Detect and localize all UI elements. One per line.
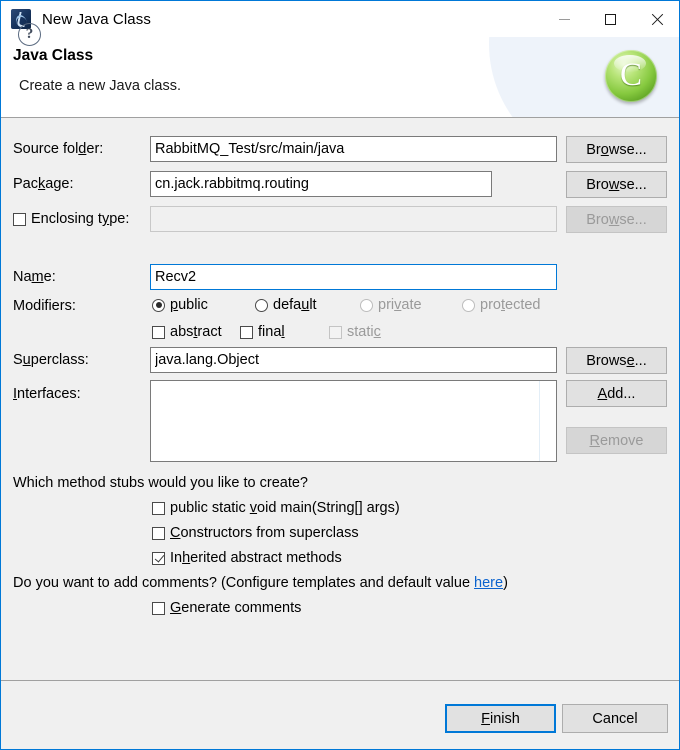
title-bar: New Java Class xyxy=(1,1,679,37)
maximize-icon xyxy=(604,13,616,25)
enclosing-type-label: Enclosing type: xyxy=(31,211,130,227)
superclass-input[interactable] xyxy=(150,347,557,373)
interfaces-remove-button: Remove xyxy=(566,427,667,454)
finish-button[interactable]: Finish xyxy=(445,704,556,733)
dialog-body: Source folder: Browse... Package: Browse… xyxy=(1,118,679,680)
class-name-input[interactable] xyxy=(150,264,557,290)
stub-checkbox-main-method[interactable]: public static void main(String[] args) xyxy=(152,500,400,516)
superclass-label: Superclass: xyxy=(13,352,89,368)
comments-question-text: Do you want to add comments? (Configure … xyxy=(13,575,475,591)
wizard-header: Java Class Create a new Java class. C xyxy=(1,37,679,117)
modifiers-label: Modifiers: xyxy=(13,298,76,314)
source-folder-input[interactable] xyxy=(150,136,557,162)
superclass-browse-button[interactable]: Browse... xyxy=(566,347,667,374)
checkbox-generate-comments-box xyxy=(152,601,165,615)
modifier-radio-public[interactable]: public xyxy=(152,297,208,313)
method-stubs-question: Which method stubs would you like to cre… xyxy=(13,475,308,491)
checkbox-abstract-label: abstract xyxy=(170,324,222,340)
modifier-radio-protected: protected xyxy=(462,297,540,313)
minimize-icon xyxy=(558,18,570,20)
checkbox-main-method-label: public static void main(String[] args) xyxy=(170,500,400,516)
interfaces-list[interactable] xyxy=(150,380,557,462)
interfaces-add-button[interactable]: Add... xyxy=(566,380,667,407)
close-icon xyxy=(650,13,663,26)
enclosing-type-checkbox[interactable]: Enclosing type: xyxy=(13,211,129,227)
radio-private-label: private xyxy=(378,297,422,313)
checkbox-inherited-methods-box xyxy=(152,551,165,565)
stub-checkbox-constructors[interactable]: Constructors from superclass xyxy=(152,525,359,541)
window-title: New Java Class xyxy=(42,10,151,28)
radio-protected-mark xyxy=(462,298,475,312)
generate-comments-checkbox[interactable]: Generate comments xyxy=(152,600,301,616)
package-label: Package: xyxy=(13,176,74,192)
radio-private-mark xyxy=(360,298,373,312)
configure-templates-link[interactable]: here xyxy=(474,575,503,591)
cancel-button[interactable]: Cancel xyxy=(562,704,668,733)
close-button[interactable] xyxy=(633,1,679,37)
checkbox-final-label: final xyxy=(258,324,285,340)
radio-default-label: default xyxy=(273,297,317,313)
enclosing-type-browse-button: Browse... xyxy=(566,206,667,233)
modifier-radio-private: private xyxy=(360,297,422,313)
maximize-button[interactable] xyxy=(587,1,633,37)
enclosing-type-checkbox-box xyxy=(13,212,26,226)
modifier-radio-default[interactable]: default xyxy=(255,297,317,313)
radio-default-mark xyxy=(255,298,268,312)
checkbox-generate-comments-label: Generate comments xyxy=(170,600,302,616)
checkbox-constructors-label: Constructors from superclass xyxy=(170,525,359,541)
checkbox-final-box xyxy=(240,325,253,339)
source-folder-browse-button[interactable]: Browse... xyxy=(566,136,667,163)
interfaces-label: Interfaces: xyxy=(13,386,81,402)
modifier-checkbox-abstract[interactable]: abstract xyxy=(152,324,222,340)
checkbox-static-box xyxy=(329,325,342,339)
comments-question: Do you want to add comments? (Configure … xyxy=(13,575,508,591)
page-title: Java Class xyxy=(13,47,94,64)
name-label: Name: xyxy=(13,269,56,285)
modifier-checkbox-final[interactable]: final xyxy=(240,324,285,340)
checkbox-constructors-box xyxy=(152,526,165,540)
radio-public-label: public xyxy=(170,297,208,313)
checkbox-abstract-box xyxy=(152,325,165,339)
interfaces-list-scrollbar[interactable] xyxy=(539,381,540,461)
window-controls xyxy=(541,1,679,37)
enclosing-type-input xyxy=(150,206,557,232)
badge-glyph: C xyxy=(619,56,642,93)
package-browse-button[interactable]: Browse... xyxy=(566,171,667,198)
minimize-button[interactable] xyxy=(541,1,587,37)
checkbox-static-label: static xyxy=(347,324,381,340)
radio-public-mark xyxy=(152,298,165,312)
page-subtitle: Create a new Java class. xyxy=(19,78,181,94)
checkbox-main-method-box xyxy=(152,501,165,515)
source-folder-label: Source folder: xyxy=(13,141,104,157)
java-class-badge-icon: C xyxy=(605,50,657,102)
radio-protected-label: protected xyxy=(480,297,541,313)
package-input[interactable] xyxy=(150,171,492,197)
help-icon[interactable]: ? xyxy=(18,23,41,46)
new-java-class-dialog: New Java Class Java Class Create a new J… xyxy=(0,0,680,750)
modifier-checkbox-static: static xyxy=(329,324,381,340)
checkbox-inherited-methods-label: Inherited abstract methods xyxy=(170,550,342,566)
stub-checkbox-inherited-methods[interactable]: Inherited abstract methods xyxy=(152,550,342,566)
